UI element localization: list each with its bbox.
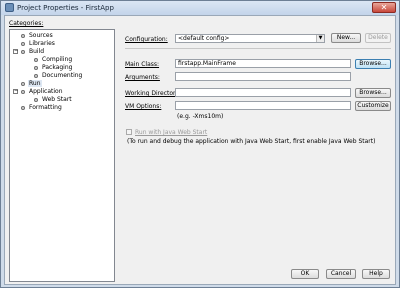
vm-options-input[interactable] (175, 101, 351, 110)
cancel-button[interactable]: Cancel (326, 269, 356, 279)
tree-item-libraries[interactable]: Libraries (13, 40, 56, 48)
new-config-button[interactable]: New... (331, 33, 361, 43)
vm-options-hint: (e.g. -Xms10m) (177, 113, 224, 120)
separator (125, 48, 391, 49)
tree-item-label: Documenting (42, 72, 83, 79)
tree-node-icon (34, 57, 38, 62)
window-title: Project Properties - FirstApp (17, 4, 114, 12)
ok-button[interactable]: OK (291, 269, 319, 279)
arguments-input[interactable] (175, 72, 351, 81)
main-class-label: Main Class: (125, 61, 160, 68)
delete-config-button[interactable]: Delete (365, 33, 391, 43)
tree-item-run[interactable]: Run (13, 80, 42, 88)
tree-item-label: Web Start (42, 96, 72, 103)
tree-item-label: Run (28, 80, 42, 87)
tree-item-label: Sources (29, 32, 53, 39)
main-class-input[interactable]: firstapp.MainFrame (175, 59, 351, 68)
main-class-browse-button[interactable]: Browse... (355, 59, 391, 69)
tree-item-packaging[interactable]: Packaging (26, 64, 73, 72)
categories-label: Categories: (9, 20, 44, 27)
tree-item-label: Libraries (29, 40, 55, 47)
collapse-icon[interactable]: − (13, 49, 18, 54)
tree-node-icon (21, 33, 25, 38)
tree-node-icon (34, 97, 38, 102)
help-button[interactable]: Help (362, 269, 390, 279)
run-with-web-start-checkbox[interactable] (126, 129, 132, 135)
arguments-label: Arguments: (125, 74, 160, 81)
working-directory-label: Working Directory: (125, 90, 181, 97)
tree-node-icon (34, 73, 38, 78)
tree-node-icon (21, 89, 25, 94)
tree-node-icon (21, 81, 25, 86)
close-icon[interactable]: ✕ (372, 2, 396, 13)
tree-item-label: Build (29, 48, 45, 55)
tree-item-label: Compiling (42, 56, 73, 63)
configuration-value: <default config> (178, 35, 230, 42)
categories-tree: Sources Libraries − Build Compiling Packa… (9, 29, 115, 282)
tree-item-formatting[interactable]: Formatting (13, 104, 63, 112)
tree-item-build[interactable]: − Build (13, 48, 45, 56)
working-directory-input[interactable] (175, 88, 351, 97)
collapse-icon[interactable]: − (13, 89, 18, 94)
title-bar[interactable]: Project Properties - FirstApp ✕ (1, 1, 399, 15)
tree-node-icon (34, 65, 38, 70)
tree-item-label: Formatting (29, 104, 62, 111)
working-directory-browse-button[interactable]: Browse... (355, 88, 391, 98)
tree-item-sources[interactable]: Sources (13, 32, 54, 40)
app-icon (5, 3, 14, 12)
tree-node-icon (21, 49, 25, 54)
dialog-body: Categories: Sources Libraries − Build Com… (4, 15, 396, 285)
tree-item-label: Application (29, 88, 63, 95)
configuration-label: Configuration: (125, 36, 168, 43)
vm-options-label: VM Options: (125, 103, 162, 110)
configuration-select[interactable]: <default config> ▼ (175, 34, 325, 43)
run-with-web-start-label: Run with Java Web Start (135, 129, 208, 136)
tree-item-web-start[interactable]: Web Start (26, 96, 73, 104)
tree-node-icon (21, 105, 25, 110)
tree-node-icon (21, 41, 25, 46)
tree-item-label: Packaging (42, 64, 73, 71)
run-settings-panel: Configuration: <default config> ▼ New...… (121, 29, 393, 276)
tree-item-compiling[interactable]: Compiling (26, 56, 73, 64)
tree-item-documenting[interactable]: Documenting (26, 72, 83, 80)
vm-options-customize-button[interactable]: Customize (355, 101, 391, 111)
web-start-note: (To run and debug the application with J… (127, 138, 376, 145)
chevron-down-icon[interactable]: ▼ (316, 35, 324, 42)
tree-item-application[interactable]: − Application (13, 88, 64, 96)
project-properties-window: Project Properties - FirstApp ✕ Categori… (0, 0, 400, 288)
